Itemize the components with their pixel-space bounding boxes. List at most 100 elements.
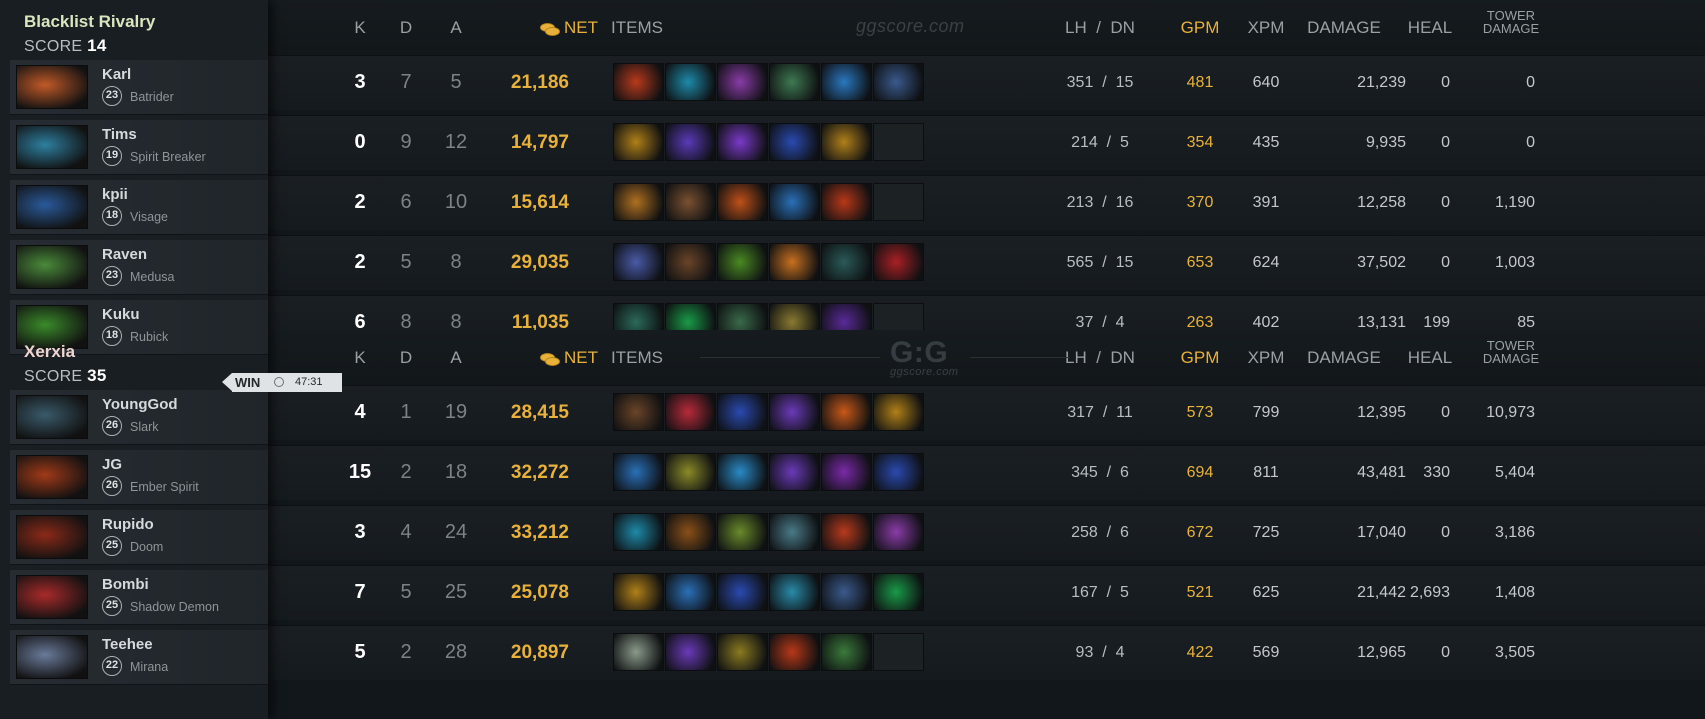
hero-level-badge: 26 xyxy=(102,416,122,436)
item-slot[interactable] xyxy=(873,453,924,491)
player-name[interactable]: Kuku xyxy=(102,306,140,323)
player-card[interactable]: kpii 18 Visage xyxy=(10,180,268,235)
gpm-value: 694 xyxy=(1186,464,1214,481)
item-slot[interactable] xyxy=(769,633,820,671)
item-slot[interactable] xyxy=(613,123,664,161)
item-slot[interactable] xyxy=(821,513,872,551)
player-card[interactable]: JG 26 Ember Spirit xyxy=(10,450,268,505)
item-slot[interactable] xyxy=(665,633,716,671)
player-name[interactable]: JG xyxy=(102,456,122,473)
item-slot[interactable] xyxy=(613,633,664,671)
player-card[interactable]: YoungGod 26 Slark xyxy=(10,390,268,445)
item-slot[interactable] xyxy=(873,393,924,431)
item-slot[interactable] xyxy=(821,183,872,221)
item-slot[interactable] xyxy=(769,453,820,491)
gold-coin-icon xyxy=(540,22,560,36)
item-slot[interactable] xyxy=(613,513,664,551)
player-name[interactable]: Karl xyxy=(102,66,131,83)
last-hits-denies: 167 / 5 xyxy=(1071,584,1129,601)
item-slot[interactable] xyxy=(717,453,768,491)
item-slot[interactable] xyxy=(717,63,768,101)
item-slot[interactable] xyxy=(769,243,820,281)
item-slot[interactable] xyxy=(873,183,924,221)
item-slot[interactable] xyxy=(821,393,872,431)
last-hits-denies: 93 / 4 xyxy=(1075,644,1125,661)
item-slot[interactable] xyxy=(821,453,872,491)
item-slot[interactable] xyxy=(769,573,820,611)
player-name[interactable]: kpii xyxy=(102,186,128,203)
item-slot[interactable] xyxy=(717,183,768,221)
tower-damage-value: 3,186 xyxy=(1494,524,1535,541)
item-slot[interactable] xyxy=(873,243,924,281)
item-slot[interactable] xyxy=(821,123,872,161)
player-card[interactable]: Raven 23 Medusa xyxy=(10,240,268,295)
player-card[interactable]: Teehee 22 Mirana xyxy=(10,630,268,685)
item-slot[interactable] xyxy=(873,633,924,671)
item-slot[interactable] xyxy=(821,63,872,101)
item-slot[interactable] xyxy=(769,63,820,101)
item-slot[interactable] xyxy=(873,123,924,161)
tower-damage-value: 5,404 xyxy=(1494,464,1535,481)
item-slot[interactable] xyxy=(769,393,820,431)
item-slot[interactable] xyxy=(665,123,716,161)
score-value: 35 xyxy=(87,366,107,385)
item-slot[interactable] xyxy=(873,573,924,611)
item-slot[interactable] xyxy=(821,633,872,671)
header-xpm: XPM xyxy=(1247,18,1285,37)
player-card[interactable]: Bombi 25 Shadow Demon xyxy=(10,570,268,625)
item-slot[interactable] xyxy=(717,243,768,281)
item-slot[interactable] xyxy=(873,63,924,101)
player-card[interactable]: Rupido 25 Doom xyxy=(10,510,268,565)
item-slot[interactable] xyxy=(665,243,716,281)
header-heal: HEAL xyxy=(1407,18,1453,37)
item-slot[interactable] xyxy=(613,453,664,491)
hero-level-badge: 19 xyxy=(102,146,122,166)
item-slot[interactable] xyxy=(665,63,716,101)
hero-name: Shadow Demon xyxy=(130,600,219,614)
item-slot[interactable] xyxy=(769,513,820,551)
item-slot[interactable] xyxy=(665,183,716,221)
kills-value: 2 xyxy=(354,251,366,273)
player-name[interactable]: Rupido xyxy=(102,516,154,533)
player-name[interactable]: Raven xyxy=(102,246,147,263)
player-name[interactable]: Teehee xyxy=(102,636,153,653)
item-slot[interactable] xyxy=(769,123,820,161)
player-card[interactable]: Karl 23 Batrider xyxy=(10,60,268,115)
player-name[interactable]: YoungGod xyxy=(102,396,178,413)
tower-damage-value: 1,003 xyxy=(1494,254,1535,271)
hero-level-badge: 26 xyxy=(102,476,122,496)
gpm-value: 653 xyxy=(1186,254,1214,271)
item-slot[interactable] xyxy=(665,573,716,611)
match-duration: 47:31 xyxy=(295,376,323,388)
item-slot[interactable] xyxy=(665,393,716,431)
heal-value: 330 xyxy=(1423,464,1450,481)
item-slot[interactable] xyxy=(665,513,716,551)
player-card[interactable]: Tims 19 Spirit Breaker xyxy=(10,120,268,175)
player-name[interactable]: Tims xyxy=(102,126,137,143)
item-slot[interactable] xyxy=(717,123,768,161)
hero-portrait xyxy=(16,125,88,169)
last-hits-denies: 565 / 15 xyxy=(1066,254,1134,271)
player-stats-row: 3 4 24 33,212 258 / 6 672 725 17,040 0 3,186 xyxy=(268,505,1705,560)
item-slot[interactable] xyxy=(613,393,664,431)
score-label: SCORE xyxy=(24,38,83,55)
item-slot[interactable] xyxy=(821,573,872,611)
item-slot[interactable] xyxy=(613,243,664,281)
item-slot[interactable] xyxy=(717,513,768,551)
item-slot[interactable] xyxy=(717,573,768,611)
item-slot[interactable] xyxy=(873,513,924,551)
hero-name: Ember Spirit xyxy=(130,480,199,494)
stats-header: K D A NET ITEMS LH / DN GPM XPM DAMAGE HEAL TOWER D… xyxy=(268,0,1705,54)
item-slot[interactable] xyxy=(613,573,664,611)
item-slot[interactable] xyxy=(665,453,716,491)
assists-value: 18 xyxy=(444,461,468,483)
item-slot[interactable] xyxy=(717,393,768,431)
item-slot[interactable] xyxy=(769,183,820,221)
last-hits-denies: 345 / 6 xyxy=(1071,464,1129,481)
item-slot[interactable] xyxy=(821,243,872,281)
player-name[interactable]: Bombi xyxy=(102,576,149,593)
kills-value: 15 xyxy=(348,461,372,483)
item-slot[interactable] xyxy=(613,183,664,221)
item-slot[interactable] xyxy=(717,633,768,671)
item-slot[interactable] xyxy=(613,63,664,101)
